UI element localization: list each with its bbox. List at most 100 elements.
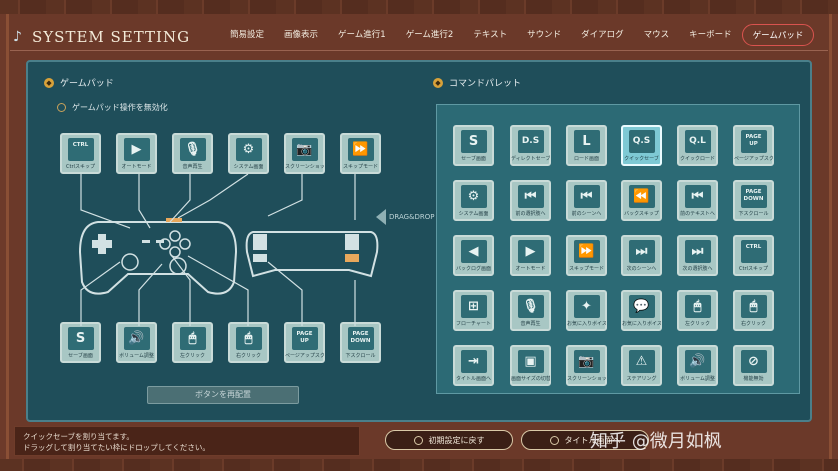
tab-0[interactable]: 簡易設定 (220, 24, 274, 46)
command-tile[interactable]: ◀ バックログ画面 (453, 235, 494, 276)
prev-text-icon: ⏮ (684, 185, 711, 208)
page-up-icon: PAGE UP (740, 130, 767, 153)
command-tile[interactable]: ▶ オートモード (116, 133, 157, 174)
command-tile[interactable]: 📷 スクリーンショット (566, 345, 607, 386)
command-caption: 右クリック (235, 353, 261, 359)
command-tile[interactable]: ⚠ ステアリング (621, 345, 662, 386)
gear-icon: ⚙ (235, 138, 262, 161)
tab-bar: 簡易設定 画像表示 ゲーム進行1 ゲーム進行2 テキスト サウンド ダイアログ マウス キーボー… (220, 24, 815, 46)
play-icon: ▶ (123, 138, 150, 161)
command-tile[interactable]: PAGE DOWN 下スクロール (733, 180, 774, 221)
disable-gamepad-option[interactable]: ゲームパッド操作を無効化 (57, 102, 168, 113)
help-text-line-1: クイックセーブを割り当てます。 (23, 432, 134, 441)
command-tile[interactable]: S セーブ画面 (453, 125, 494, 166)
command-tile[interactable]: ⏪ バックスキップ (621, 180, 662, 221)
command-caption: ステアリング (626, 376, 657, 382)
window-icon: ▣ (517, 350, 544, 373)
command-caption: 前のシーンへ (571, 211, 602, 217)
command-caption: 前のテキストへ (680, 211, 715, 217)
command-tile[interactable]: D.S ディレクトセーブ (510, 125, 551, 166)
load-icon: L (573, 130, 600, 153)
command-tile[interactable]: CTRL Ctrlスキップ (733, 235, 774, 276)
quick-save-icon: D.S (517, 130, 544, 153)
command-tile[interactable]: ⊘ 機能無効 (733, 345, 774, 386)
next-choice-icon: ⏭ (684, 240, 711, 263)
tab-5[interactable]: サウンド (517, 24, 571, 46)
command-tile[interactable]: ⏭ 次の選択肢へ (677, 235, 718, 276)
tab-7[interactable]: マウス (634, 24, 680, 46)
command-caption: セーブ画面 (68, 353, 93, 359)
mouse-left-icon: 🖱 (179, 327, 206, 350)
gamepad-connector-lines (80, 173, 356, 326)
command-tile[interactable]: 📷 スクリーンショット (284, 133, 325, 174)
command-caption: 次の選択肢へ (682, 266, 713, 272)
disable-gamepad-radio[interactable] (57, 103, 66, 112)
command-tile[interactable]: CTRL Ctrlスキップ (60, 133, 101, 174)
quick-load-icon: Q.L (684, 130, 711, 153)
command-tile[interactable]: 🎙 音声再生 (510, 290, 551, 331)
backlog-icon: ◀ (460, 240, 487, 263)
arrow-left-icon (376, 209, 386, 225)
quick-save-icon: Q.S (628, 130, 655, 153)
disable-icon: ⊘ (740, 350, 767, 373)
save-icon: S (67, 327, 94, 350)
ctrl-icon: CTRL (67, 138, 94, 161)
tab-3[interactable]: ゲーム進行2 (396, 24, 464, 46)
section-bullet-icon: ◆ (44, 77, 54, 88)
microphone-icon: 🎙 (179, 138, 206, 161)
prev-scene-icon: ⏮ (573, 185, 600, 208)
command-tile[interactable]: ⊞ フローチャート (453, 290, 494, 331)
next-scene-icon: ⏭ (628, 240, 655, 263)
command-caption: 画面サイズの切替 (511, 376, 550, 382)
command-tile[interactable]: ⏭ 次のシーンへ (621, 235, 662, 276)
command-tile[interactable]: PAGE UP ページアップスクロール (733, 125, 774, 166)
command-tile[interactable]: Q.S クイックセーブ (621, 125, 662, 166)
command-tile[interactable]: 🎙 音声再生 (172, 133, 213, 174)
command-tile[interactable]: ⚙ システム画面 (228, 133, 269, 174)
tab-8[interactable]: キーボード (679, 24, 742, 46)
command-caption: バックスキップ (624, 211, 659, 217)
page-down-icon: PAGE DOWN (740, 185, 767, 208)
camera-icon: 📷 (291, 138, 318, 161)
command-tile[interactable]: ✦ お気に入りボイス登録 (566, 290, 607, 331)
speaker-icon: 🔊 (684, 350, 711, 373)
command-tile[interactable]: Q.L クイックロード (677, 125, 718, 166)
command-tile[interactable]: ⇥ タイトル画面へ (453, 345, 494, 386)
command-caption: フローチャート (456, 321, 491, 327)
command-tile[interactable]: ⚙ システム画面 (453, 180, 494, 221)
command-tile[interactable]: ⏩ スキップモード (340, 133, 381, 174)
command-tile[interactable]: ⏮ 前のシーンへ (566, 180, 607, 221)
command-tile[interactable]: ⏩ スキップモード (566, 235, 607, 276)
reassign-buttons-button[interactable]: ボタンを再配置 (147, 386, 299, 404)
reset-default-button[interactable]: 初期設定に戻す (385, 430, 513, 450)
tab-6[interactable]: ダイアログ (571, 24, 634, 46)
star-bubble-icon: ✦ (573, 295, 600, 318)
tab-2[interactable]: ゲーム進行1 (328, 24, 396, 46)
page-up-icon: PAGE UP (291, 327, 318, 350)
command-caption: システム画面 (458, 211, 489, 217)
command-tile[interactable]: 🖱 右クリック (733, 290, 774, 331)
command-tile[interactable]: 🖱 左クリック (677, 290, 718, 331)
tab-9[interactable]: ゲームパッド (741, 24, 815, 46)
command-tile[interactable]: ⏮ 前の選択肢へ (510, 180, 551, 221)
tab-1[interactable]: 画像表示 (274, 24, 328, 46)
tab-4[interactable]: テキスト (463, 24, 517, 46)
command-tile[interactable]: 🔊 ボリューム調整 (677, 345, 718, 386)
mouse-left-icon: 🖱 (684, 295, 711, 318)
button-prompt-icon (549, 435, 559, 445)
command-caption: 右クリック (740, 321, 766, 327)
command-caption: 次のシーンへ (626, 266, 657, 272)
command-caption: 下スクロール (345, 353, 376, 359)
command-tile[interactable]: L ロード画面 (566, 125, 607, 166)
gear-icon: ⚙ (460, 185, 487, 208)
music-note-icon: ♪ (13, 29, 23, 45)
command-caption: ページアップスクロール (285, 353, 324, 359)
play-icon: ▶ (517, 240, 544, 263)
command-tile[interactable]: ▶ オートモード (510, 235, 551, 276)
command-caption: Ctrlスキップ (739, 266, 768, 272)
command-tile[interactable]: ⏮ 前のテキストへ (677, 180, 718, 221)
command-tile[interactable]: 💬 お気に入りボイス (621, 290, 662, 331)
help-text-box: クイックセーブを割り当てます。 ドラッグして割り当てたい枠にドロップしてください… (14, 426, 360, 456)
speech-bubble-icon: 💬 (628, 295, 655, 318)
command-tile[interactable]: ▣ 画面サイズの切替 (510, 345, 551, 386)
